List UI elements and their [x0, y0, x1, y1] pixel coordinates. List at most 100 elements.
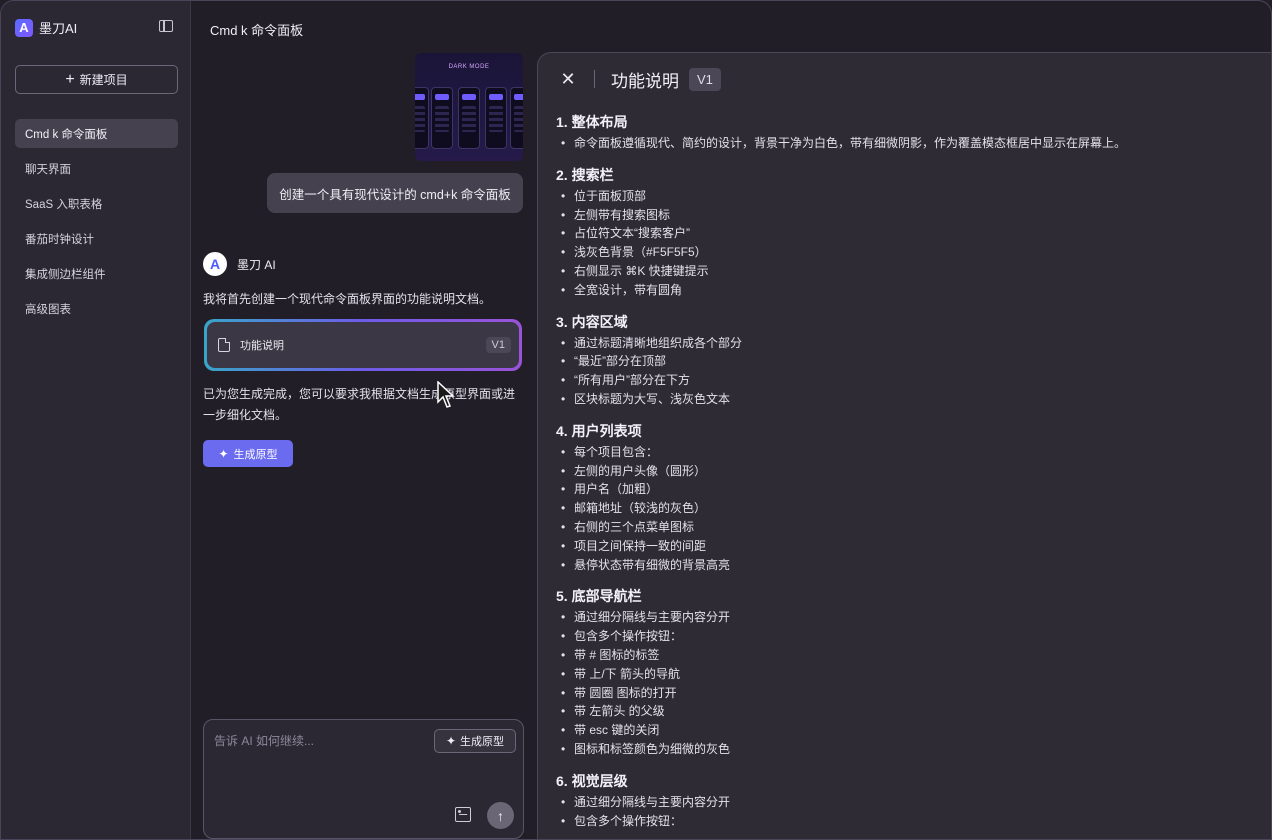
doc-list-item: “所有用户”部分在下方 [556, 371, 1256, 390]
doc-list-item: 邮箱地址（较浅的灰色） [556, 499, 1256, 518]
doc-section-heading: 2. 搜索栏 [556, 166, 614, 183]
doc-section-list: 命令面板遵循现代、简约的设计，背景干净为白色，带有细微阴影，作为覆盖模态框居中显… [556, 134, 1256, 153]
arrow-up-icon: ↑ [497, 807, 504, 824]
doc-section: 4. 用户列表项每个项目包含：左侧的用户头像（圆形）用户名（加粗）邮箱地址（较浅… [556, 422, 1256, 575]
composer: ✦ 生成原型 ↑ [203, 719, 524, 839]
document-panel: ✕ 功能说明 V1 1. 整体布局命令面板遵循现代、简约的设计，背景干净为白色，… [537, 52, 1271, 839]
doc-list-item: 包含多个操作按钮： [556, 627, 1256, 646]
phone-mockup [485, 87, 507, 149]
doc-list-item: 带 # 图标的标签 [556, 646, 1256, 665]
generate-prototype-button[interactable]: ✦ 生成原型 [203, 440, 293, 467]
doc-list-item: 全宽设计，带有圆角 [556, 281, 1256, 300]
attached-image-thumbnail[interactable]: DARK MODE [415, 53, 523, 161]
document-card-inner: 功能说明 V1 [207, 322, 519, 368]
brand[interactable]: A 墨刀AI [15, 18, 77, 37]
sidebar-item-pomodoro[interactable]: 番茄时钟设计 [15, 224, 178, 253]
doc-section: 2. 搜索栏位于面板顶部左侧带有搜索图标占位符文本“搜索客户”浅灰色背景（#F5… [556, 166, 1256, 300]
doc-section-heading: 5. 底部导航栏 [556, 588, 642, 605]
doc-section-heading: 6. 视觉层级 [556, 772, 628, 789]
doc-list-item: 右侧显示 ⌘K 快捷键提示 [556, 262, 1256, 281]
doc-section-list: 位于面板顶部左侧带有搜索图标占位符文本“搜索客户”浅灰色背景（#F5F5F5）右… [556, 187, 1256, 300]
sparkle-icon: ✦ [218, 446, 229, 461]
doc-list-item: 悬停状态带有细微的背景高亮 [556, 556, 1256, 575]
sidebar-item-cmdk[interactable]: Cmd k 命令面板 [15, 119, 178, 148]
user-message: 创建一个具有现代设计的 cmd+k 命令面板 [267, 173, 523, 213]
panel-title: 功能说明 [611, 71, 679, 91]
doc-list-item: 带 圆圈 图标的打开 [556, 684, 1256, 703]
sidebar: A 墨刀AI + 新建项目 Cmd k 命令面板 聊天界面 SaaS 入职表格 … [1, 1, 191, 839]
document-icon [218, 338, 230, 352]
sidebar-item-label: Cmd k 命令面板 [25, 128, 108, 141]
document-card[interactable]: 功能说明 V1 [204, 319, 522, 371]
ai-avatar-icon: A [203, 252, 227, 276]
doc-section-list: 每个项目包含：左侧的用户头像（圆形）用户名（加粗）邮箱地址（较浅的灰色）右侧的三… [556, 443, 1256, 575]
doc-list-item: 左侧带有搜索图标 [556, 206, 1256, 225]
doc-list-item: 左侧的用户头像（圆形） [556, 462, 1256, 481]
phone-mockup [415, 87, 429, 149]
sidebar-item-advanced-charts[interactable]: 高级图表 [15, 294, 178, 323]
chat-title: Cmd k 命令面板 [210, 23, 304, 38]
doc-list-item: 右侧的三个点菜单图标 [556, 518, 1256, 537]
doc-list-item: 项目之间保持一致的间距 [556, 537, 1256, 556]
app-window: A 墨刀AI + 新建项目 Cmd k 命令面板 聊天界面 SaaS 入职表格 … [0, 0, 1272, 840]
doc-section-list: 通过细分隔线与主要内容分开包含多个操作按钮：带 # 图标的标签带 上/下 箭头的… [556, 608, 1256, 758]
sidebar-item-label: 高级图表 [25, 303, 71, 316]
doc-section: 6. 视觉层级通过细分隔线与主要内容分开包含多个操作按钮： [556, 772, 1256, 831]
ai-message-intro: 我将首先创建一个现代命令面板界面的功能说明文档。 [203, 292, 492, 306]
doc-section-list: 通过标题清晰地组织成各个部分“最近”部分在顶部“所有用户”部分在下方区块标题为大… [556, 334, 1256, 409]
composer-generate-button[interactable]: ✦ 生成原型 [434, 729, 516, 753]
new-project-button[interactable]: + 新建项目 [15, 65, 178, 94]
phone-mockup [431, 87, 453, 149]
doc-list-item: 用户名（加粗） [556, 480, 1256, 499]
project-list: Cmd k 命令面板 聊天界面 SaaS 入职表格 番茄时钟设计 集成侧边栏组件… [15, 119, 178, 329]
sidebar-item-label: 集成侧边栏组件 [25, 268, 106, 281]
thumbnail-caption: DARK MODE [448, 64, 490, 70]
phone-mockup [458, 87, 480, 149]
doc-section-heading: 1. 整体布局 [556, 114, 628, 130]
panel-version-badge[interactable]: V1 [689, 67, 721, 91]
generate-prototype-label: 生成原型 [233, 448, 278, 461]
send-button[interactable]: ↑ [487, 802, 514, 829]
doc-list-item: 带 上/下 箭头的导航 [556, 665, 1256, 684]
doc-list-item: 通过标题清晰地组织成各个部分 [556, 334, 1256, 353]
ai-header: A 墨刀 AI [203, 252, 276, 276]
doc-section: 1. 整体布局命令面板遵循现代、简约的设计，背景干净为白色，带有细微阴影，作为覆… [556, 113, 1256, 153]
plus-icon: + [65, 70, 75, 88]
panel-body: 1. 整体布局命令面板遵循现代、简约的设计，背景干净为白色，带有细微阴影，作为覆… [556, 113, 1256, 839]
document-version-badge: V1 [485, 337, 511, 353]
sidebar-item-label: SaaS 入职表格 [25, 198, 103, 211]
sidebar-item-label: 聊天界面 [25, 163, 71, 176]
sidebar-item-label: 番茄时钟设计 [25, 233, 94, 246]
doc-list-item: 每个项目包含： [556, 443, 1256, 462]
doc-section-heading: 3. 内容区域 [556, 313, 628, 330]
doc-list-item: 浅灰色背景（#F5F5F5） [556, 243, 1256, 262]
image-upload-icon[interactable] [455, 807, 471, 822]
close-icon[interactable]: ✕ [560, 69, 576, 90]
doc-list-item: “最近”部分在顶部 [556, 352, 1256, 371]
doc-list-item: 位于面板顶部 [556, 187, 1256, 206]
phone-mockup [510, 87, 523, 149]
new-project-label: 新建项目 [79, 73, 128, 87]
sidebar-item-chat[interactable]: 聊天界面 [15, 154, 178, 183]
panel-header: ✕ 功能说明 V1 [560, 67, 721, 91]
doc-list-item: 带 esc 键的关闭 [556, 721, 1256, 740]
sidebar-item-sidebar-component[interactable]: 集成侧边栏组件 [15, 259, 178, 288]
logo-icon: A [15, 18, 33, 37]
doc-section-heading: 4. 用户列表项 [556, 422, 642, 439]
sidebar-item-saas-onboarding[interactable]: SaaS 入职表格 [15, 189, 178, 218]
doc-list-item: 通过细分隔线与主要内容分开 [556, 608, 1256, 627]
doc-section: 3. 内容区域通过标题清晰地组织成各个部分“最近”部分在顶部“所有用户”部分在下… [556, 313, 1256, 409]
doc-list-item: 带 左箭头 的父级 [556, 702, 1256, 721]
doc-list-item: 图标和标签颜色为细微的灰色 [556, 740, 1256, 759]
sparkle-icon: ✦ [445, 734, 457, 748]
doc-list-item: 包含多个操作按钮： [556, 812, 1256, 831]
ai-name: 墨刀 AI [237, 257, 276, 272]
ai-message-followup: 已为您生成完成，您可以要求我根据文档生成原型界面或进一步细化文档。 [203, 387, 516, 422]
brand-name: 墨刀AI [39, 21, 78, 36]
sidebar-toggle-icon[interactable] [159, 20, 173, 32]
doc-list-item: 区块标题为大写、浅灰色文本 [556, 390, 1256, 409]
prompt-input[interactable] [214, 732, 424, 750]
chat-column: Cmd k 命令面板 DARK MODE 创建一个具有现代设计的 cmd+k 命… [191, 1, 536, 839]
doc-list-item: 命令面板遵循现代、简约的设计，背景干净为白色，带有细微阴影，作为覆盖模态框居中显… [556, 134, 1256, 153]
doc-list-item: 占位符文本“搜索客户” [556, 224, 1256, 243]
